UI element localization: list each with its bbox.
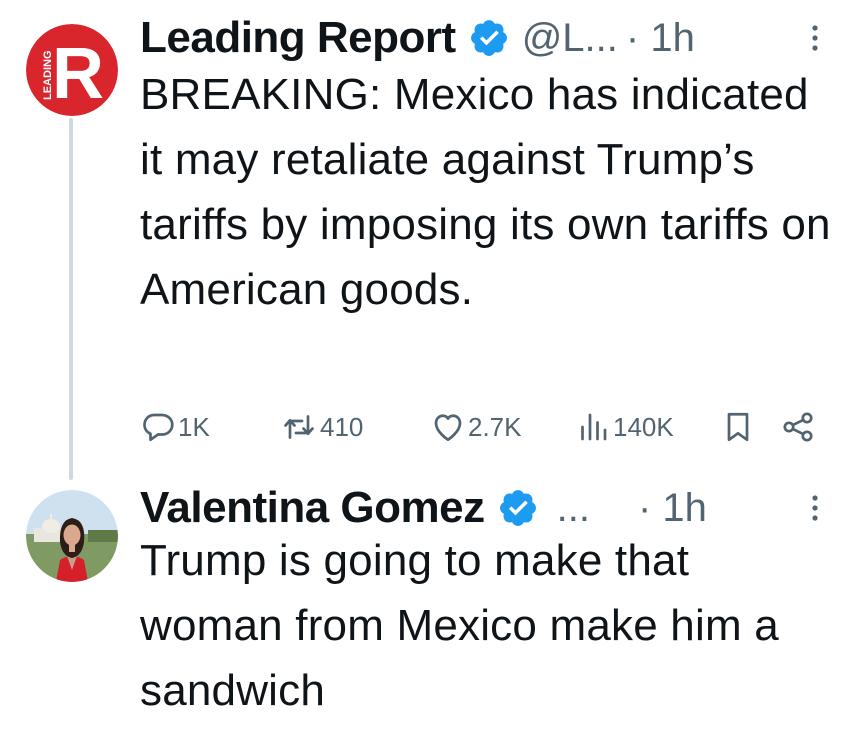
user-handle[interactable]: ...: [557, 486, 590, 531]
views-icon: [581, 413, 607, 441]
verified-badge-icon: [497, 487, 539, 529]
bookmark-button[interactable]: [720, 405, 756, 449]
repost-count: 410: [320, 411, 364, 442]
bookmark-icon: [727, 412, 749, 442]
views-count: 140K: [613, 411, 674, 442]
share-icon: [783, 412, 813, 442]
thread-connector-line: [69, 118, 73, 480]
display-name[interactable]: Valentina Gomez: [140, 483, 485, 533]
reply-count: 1K: [178, 411, 210, 442]
avatar-valentina-gomez[interactable]: [26, 490, 118, 582]
reply-icon: [143, 413, 174, 442]
like-count: 2.7K: [468, 411, 522, 442]
share-button[interactable]: [780, 405, 816, 449]
tweet-text: Trump is going to make that woman from M…: [140, 536, 779, 715]
tweet-header: Leading Report @L... · 1h: [140, 10, 830, 66]
reply-button[interactable]: 1K: [140, 405, 210, 449]
verified-badge-icon: [468, 17, 510, 59]
profile-photo: [26, 490, 118, 582]
user-handle[interactable]: @L...: [522, 16, 618, 61]
timestamp[interactable]: · 1h: [626, 16, 695, 61]
repost-icon: [284, 415, 314, 439]
svg-text:R: R: [52, 34, 104, 114]
heart-icon: [434, 414, 462, 442]
avatar-leading-report[interactable]: R LEADING: [26, 24, 118, 116]
leading-report-logo: R LEADING: [26, 24, 118, 116]
like-button[interactable]: 2.7K: [430, 405, 522, 449]
views-button[interactable]: 140K: [575, 405, 674, 449]
tweet-actions: 1K 410 2.7K 140K: [140, 405, 830, 449]
more-vertical-icon[interactable]: [800, 490, 830, 526]
repost-button[interactable]: 410: [280, 405, 363, 449]
more-vertical-icon[interactable]: [800, 20, 830, 56]
svg-text:LEADING: LEADING: [42, 51, 54, 101]
tweet-text: BREAKING: Mexico has indicated it may re…: [140, 70, 831, 314]
timestamp[interactable]: · 1h: [638, 486, 707, 531]
display-name[interactable]: Leading Report: [140, 13, 456, 63]
